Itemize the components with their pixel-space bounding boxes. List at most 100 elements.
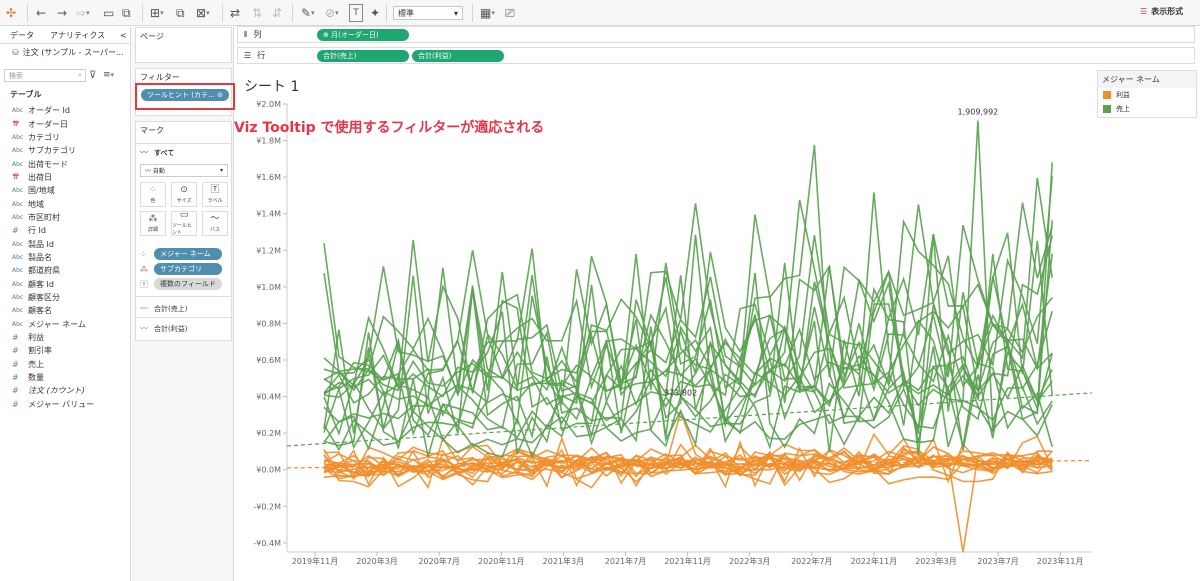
duplicate-icon[interactable]: ⧉ <box>176 4 185 22</box>
y-tick-label: ¥0.4M <box>256 393 281 402</box>
field-type-icon: Abc <box>12 253 24 261</box>
field-item[interactable]: Abc 出荷モード <box>0 157 130 170</box>
field-type-icon: # <box>12 399 19 409</box>
label-button[interactable]: 🅃 ラベル <box>202 182 228 207</box>
field-type-icon: # <box>12 333 19 343</box>
viz-area[interactable]: シート 1 ¥2.0M ¥1.8M ¥1.6M ¥1.4M ¥1.2M ¥1.0M ¥0.8… <box>237 72 1094 581</box>
save-icon[interactable]: ▭ <box>103 4 114 22</box>
marks-sum-sales[interactable]: 〰合計(売上) <box>140 303 187 314</box>
field-label: サブカテゴリ <box>28 146 76 156</box>
line-chart[interactable]: ¥2.0M ¥1.8M ¥1.6M ¥1.4M ¥1.2M ¥1.0M ¥0.8M ¥0.6M… <box>237 72 1094 581</box>
cards-icon[interactable]: ▦ ▾ <box>480 4 495 22</box>
field-label: 市区町村 <box>28 212 60 222</box>
field-type-icon: # <box>12 359 19 369</box>
field-item[interactable]: Abc 顧客名 <box>0 304 130 317</box>
field-item[interactable]: Abc 都道府県 <box>0 264 130 277</box>
tab-analytics[interactable]: アナリティクス <box>50 27 105 43</box>
tableau-logo-icon[interactable]: ✣ <box>6 4 16 22</box>
field-type-icon: Abc <box>12 200 24 208</box>
back-icon[interactable]: ← <box>36 4 46 22</box>
marks-all[interactable]: 〰すべて <box>140 147 174 158</box>
filter-icon[interactable]: ⊽ <box>89 69 96 82</box>
field-item[interactable]: Abc 地域 <box>0 197 130 210</box>
field-item[interactable]: Abc 市区町村 <box>0 211 130 224</box>
field-item[interactable]: # 注文 (カウント) <box>0 384 130 397</box>
field-label: 製品 Id <box>28 239 54 249</box>
database-icon: ⛁ <box>12 48 19 57</box>
tables-header: テーブル <box>10 90 42 99</box>
field-item[interactable]: 📅 オーダー日 <box>0 117 130 130</box>
field-item[interactable]: Abc 製品 Id <box>0 237 130 250</box>
field-item[interactable]: Abc メジャー ネーム <box>0 318 130 331</box>
legend-item-sales[interactable]: 売上 <box>1098 102 1196 116</box>
sum-profit-pill[interactable]: 合計(利益) <box>412 49 504 62</box>
field-item[interactable]: # 利益 <box>0 331 130 344</box>
forward-icon[interactable]: → <box>57 4 67 22</box>
x-tick-label: 2023年7月 <box>977 556 1018 566</box>
field-label: メジャー バリュー <box>28 399 95 409</box>
y-tick-label: ¥1.8M <box>256 137 281 146</box>
swap-icon[interactable]: ⇄ <box>230 4 240 22</box>
field-item[interactable]: # 行 Id <box>0 224 130 237</box>
show-me-button[interactable]: ☰ 表示形式 <box>1140 6 1183 17</box>
field-item[interactable]: # 割引率 <box>0 344 130 357</box>
columns-shelf[interactable]: ⦀ 列 ⊕ 月(オーダー日) <box>237 26 1195 43</box>
pin-icon[interactable]: ✦ <box>370 4 380 22</box>
marks-detail-row: ⁂ サブカテゴリ <box>140 263 222 275</box>
add-datasource-icon[interactable]: ⧉ <box>122 4 131 22</box>
field-item[interactable]: 📅 出荷日 <box>0 171 130 184</box>
x-tick-label: 2020年11月 <box>478 556 525 566</box>
line-mark-icon: 〰 <box>140 148 148 157</box>
data-source[interactable]: ⛁ 注文 (サンプル - スーパー... <box>12 47 124 58</box>
highlight-icon[interactable]: ✎ ▾ <box>301 4 315 22</box>
field-type-icon: 📅 <box>12 120 20 128</box>
field-item[interactable]: Abc 製品名 <box>0 251 130 264</box>
new-sheet-icon[interactable]: ⊞ ▾ <box>150 4 164 22</box>
redo-icon[interactable]: ⇨ ▾ <box>76 4 90 22</box>
field-item[interactable]: # メジャー バリュー <box>0 398 130 411</box>
clear-sheet-icon[interactable]: ⊠ ▾ <box>196 4 210 22</box>
field-label: 数量 <box>28 373 44 383</box>
sum-sales-pill[interactable]: 合計(売上) <box>317 49 409 62</box>
multiple-fields-pill[interactable]: 複数のフィールド <box>154 278 222 290</box>
path-button[interactable]: 〜パス <box>202 211 228 236</box>
collapse-pane-button[interactable]: < <box>120 27 127 43</box>
fit-dropdown[interactable]: 標準 ▾ <box>393 6 463 20</box>
subcategory-pill[interactable]: サブカテゴリ <box>154 263 222 275</box>
sort-desc-icon[interactable]: ⇵ <box>272 4 282 22</box>
field-item[interactable]: Abc サブカテゴリ <box>0 144 130 157</box>
field-type-icon: # <box>12 373 19 383</box>
pages-card[interactable]: ページ <box>135 27 232 63</box>
columns-icon: ⦀ <box>244 29 248 39</box>
month-order-date-pill[interactable]: ⊕ 月(オーダー日) <box>317 28 409 41</box>
sort-asc-icon[interactable]: ⇅ <box>252 4 262 22</box>
highlight-box <box>135 83 235 110</box>
size-button[interactable]: ⊙ サイズ <box>171 182 197 207</box>
group-icon[interactable]: ⊘ ▾ <box>325 4 339 22</box>
field-item[interactable]: # 数量 <box>0 371 130 384</box>
y-tick-label: ¥2.0M <box>256 100 281 109</box>
show-me-icon: ☰ <box>1140 7 1148 16</box>
presentation-icon[interactable]: ⎚ <box>505 4 515 22</box>
field-item[interactable]: Abc カテゴリ <box>0 131 130 144</box>
field-item[interactable]: Abc オーダー Id <box>0 104 130 117</box>
field-type-icon: Abc <box>12 280 24 288</box>
detail-button[interactable]: ⁂ 詳細 <box>140 211 166 236</box>
show-labels-icon[interactable]: T <box>349 4 363 22</box>
measure-names-pill[interactable]: メジャー ネーム <box>154 248 222 260</box>
legend-item-profit[interactable]: 利益 <box>1098 88 1196 102</box>
field-item[interactable]: Abc 国/地域 <box>0 184 130 197</box>
color-button[interactable]: ⁘ 色 <box>140 182 166 207</box>
tab-data[interactable]: データ <box>10 27 34 43</box>
search-input[interactable]: 検索 ⌕ <box>4 69 86 82</box>
field-label: 地域 <box>28 199 44 209</box>
field-item[interactable]: Abc 顧客区分 <box>0 291 130 304</box>
field-item[interactable]: Abc 顧客 Id <box>0 277 130 290</box>
field-item[interactable]: # 売上 <box>0 358 130 371</box>
mark-type-dropdown[interactable]: 〰 自動 ▾ <box>140 164 228 177</box>
tooltip-button[interactable]: ▭ ツールヒント <box>171 211 197 236</box>
marks-sum-profit[interactable]: 〰合計(利益) <box>140 323 187 334</box>
view-options-icon[interactable]: ≡ ▾ <box>103 69 114 82</box>
rows-shelf[interactable]: ☰ 行 合計(売上) 合計(利益) <box>237 47 1195 64</box>
field-label: 割引率 <box>28 346 52 356</box>
